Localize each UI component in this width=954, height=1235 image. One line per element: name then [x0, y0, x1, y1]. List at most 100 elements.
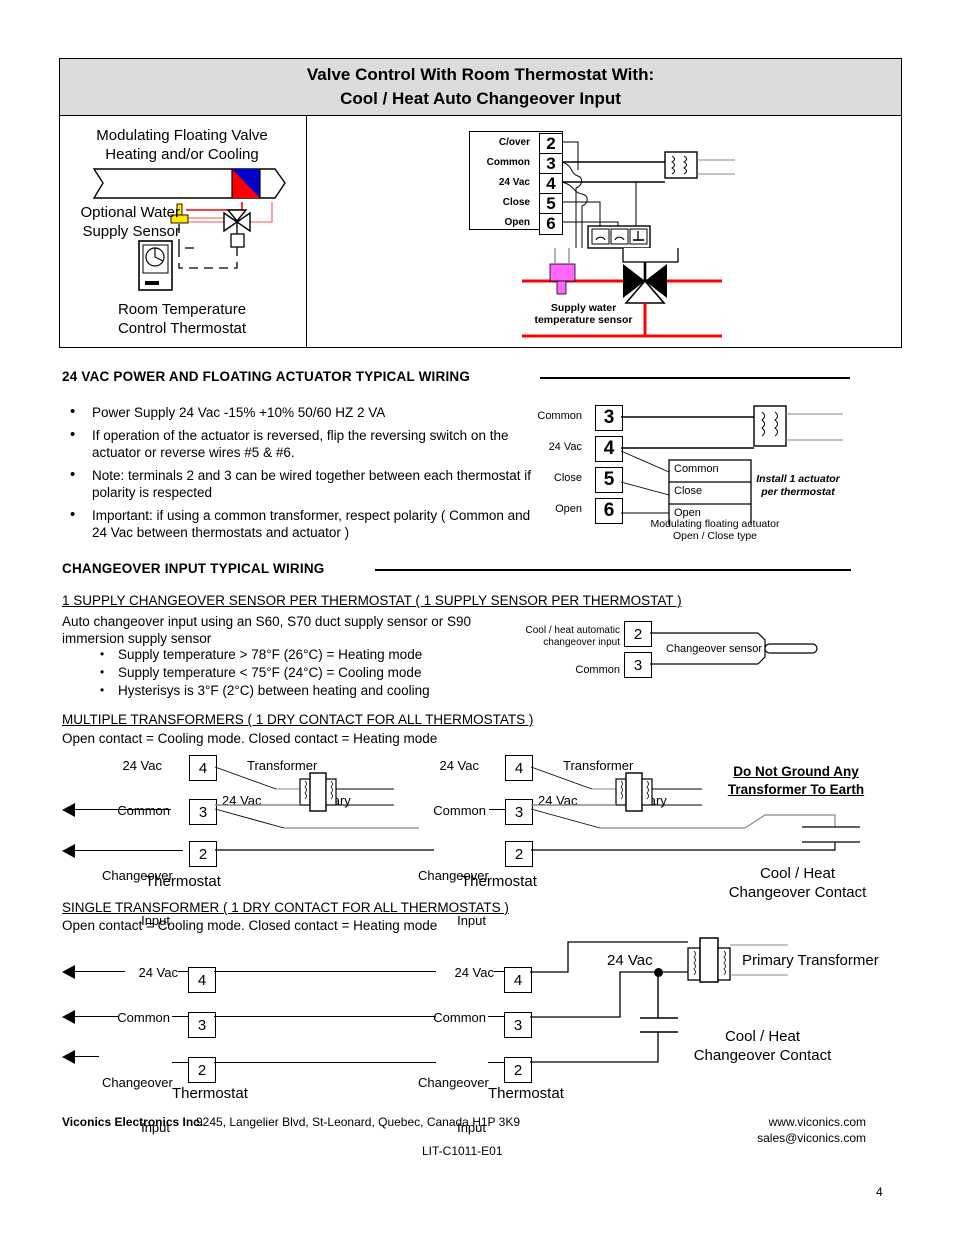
list-item: Supply temperature < 75°F (24°C) = Cooli…	[90, 664, 510, 681]
actuator-term-label-3: Open	[555, 503, 582, 515]
figure-right-wiring	[561, 141, 735, 249]
list-item: Important: if using a common transformer…	[62, 506, 532, 541]
m-left-terminal-3: 3	[189, 799, 217, 825]
m-left-thermostat-caption: Thermostat	[145, 873, 221, 890]
actuator-terminal-5: 5	[595, 467, 623, 493]
list-item: Hysterisys is 3°F (2°C) between heating …	[90, 682, 510, 699]
wire-s-stub-1	[178, 971, 188, 972]
footer-company: Viconics Electronics Inc.	[62, 1115, 204, 1129]
list-item: Note: terminals 2 and 3 can be wired tog…	[62, 466, 532, 501]
single-transformer-text: Open contact = Cooling mode. Closed cont…	[62, 918, 438, 933]
actuator-term-label-2: Close	[553, 472, 582, 484]
s-left-label-changeover: Changeover Input	[102, 1075, 173, 1135]
arrow-left-icon-m2	[62, 844, 75, 858]
wire-m-common-right-stub	[489, 809, 505, 810]
s-24vac-label: 24 Vac	[607, 952, 653, 969]
s-right-label-24vac: 24 Vac	[454, 965, 494, 980]
power-bullet-list: Power Supply 24 Vac -15% +10% 50/60 HZ 2…	[62, 403, 532, 547]
m-left-terminal-2: 2	[189, 841, 217, 867]
wire-s-24vac-mid	[214, 971, 436, 972]
ground-warning-note: Do Not Ground Any Transformer To Earth	[727, 764, 865, 797]
section-changeover-rule	[375, 569, 851, 571]
s-left-terminal-3: 3	[188, 1012, 216, 1038]
supply-water-sensor-caption: Supply water temperature sensor	[534, 302, 633, 326]
footer-website[interactable]: www.viconics.com	[700, 1115, 866, 1129]
actuator-term-label-0: Common	[537, 410, 582, 422]
changeover-text: Auto changeover input using an S60, S70 …	[62, 614, 472, 646]
footer-doc-id: LIT-C1011-E01	[422, 1144, 503, 1158]
s-right-terminal-2: 2	[504, 1057, 532, 1083]
optional-sensor-caption: Optional Water Supply Sensor	[80, 204, 181, 240]
valve-caption: Modulating Floating Valve Heating and/or…	[96, 127, 268, 163]
figure-title-line1: Valve Control With Room Thermostat With:	[306, 65, 655, 84]
list-item: Supply temperature > 78°F (26°C) = Heati…	[90, 646, 510, 663]
footer-email[interactable]: sales@viconics.com	[700, 1131, 866, 1145]
figure-term-label-3: Close	[502, 197, 530, 208]
wire-s-change-left	[75, 1056, 99, 1057]
list-item: If operation of the actuator is reversed…	[62, 426, 532, 461]
changeover-terminal-3: 3	[624, 652, 652, 678]
wire-s-change-mid	[214, 1062, 436, 1063]
arrow-left-icon-m1	[62, 803, 75, 817]
actuator-terminal-4: 4	[595, 436, 623, 462]
sub-heading-multiple-transformers: MULTIPLE TRANSFORMERS ( 1 DRY CONTACT FO…	[62, 712, 534, 727]
wire-s-common-mid	[214, 1016, 436, 1017]
s-right-label-common: Common	[433, 1010, 486, 1025]
s-left-label-common: Common	[117, 1010, 170, 1025]
m-left-terminal-4: 4	[189, 755, 217, 781]
m-left-label-common: Common	[117, 803, 170, 818]
figure-term-label-2: 24 Vac	[498, 177, 530, 188]
s-right-label-changeover: Changeover Input	[418, 1075, 489, 1135]
wire-s-stub-2	[172, 1016, 188, 1017]
arrow-left-icon-s2	[62, 1010, 75, 1024]
m-right-label-24vac: 24 Vac	[439, 758, 479, 773]
wire-s-stub-4	[494, 971, 504, 972]
wire-s-stub-6	[488, 1062, 504, 1063]
changeover-terminal-2: 2	[624, 621, 652, 647]
figure-title-line2: Cool / Heat Auto Changeover Input	[340, 89, 621, 108]
actuator-caption: Modulating floating actuator Open / Clos…	[650, 518, 780, 542]
wire-s-stub-3	[172, 1062, 188, 1063]
wire-s-24vac-left	[75, 971, 125, 972]
thermostat-device-icon	[138, 240, 173, 291]
actuator-row-common: Common	[674, 463, 719, 475]
footer-page-number: 4	[876, 1185, 883, 1199]
section-power-rule	[540, 377, 850, 379]
arrow-left-icon-s3	[62, 1050, 75, 1064]
room-thermostat-caption: Room Temperature Control Thermostat	[117, 301, 247, 337]
sub-heading-supply-sensor: 1 SUPPLY CHANGEOVER SENSOR PER THERMOSTA…	[62, 593, 682, 608]
arrow-left-icon-s1	[62, 965, 75, 979]
sub-heading-single-transformer: SINGLE TRANSFORMER ( 1 DRY CONTACT FOR A…	[62, 900, 509, 915]
section-changeover-heading: CHANGEOVER INPUT TYPICAL WIRING	[62, 561, 325, 576]
m-right-thermostat-caption: Thermostat	[461, 873, 537, 890]
m-left-label-24vac: 24 Vac	[122, 758, 162, 773]
s-changeover-contact-caption: Cool / Heat Changeover Contact	[693, 1028, 832, 1064]
list-item: Power Supply 24 Vac -15% +10% 50/60 HZ 2…	[62, 403, 532, 421]
actuator-terminal-6: 6	[595, 498, 623, 524]
m-right-terminal-2: 2	[505, 841, 533, 867]
footer-address: 9245, Langelier Blvd, St-Leonard, Quebec…	[196, 1115, 520, 1129]
s-left-label-24vac: 24 Vac	[138, 965, 178, 980]
page-canvas: Valve Control With Room Thermostat With:…	[0, 0, 954, 1235]
figure-term-label-1: Common	[486, 157, 530, 168]
m-right-terminal-4: 4	[505, 755, 533, 781]
m-left-transformer-wiring	[214, 766, 434, 851]
changeover-sensor-label: Changeover sensor	[666, 643, 763, 655]
s-left-thermostat-caption: Thermostat	[172, 1085, 248, 1102]
figure-term-label-4: Open	[504, 217, 530, 228]
wire-s-stub-5	[488, 1016, 504, 1017]
figure-term-label-0: C/over	[498, 137, 530, 148]
actuator-term-label-1: 24 Vac	[548, 441, 582, 453]
m-right-terminal-3: 3	[505, 799, 533, 825]
s-left-terminal-2: 2	[188, 1057, 216, 1083]
m-changeover-contact-caption: Cool / Heat Changeover Contact	[728, 865, 867, 901]
s-right-terminal-3: 3	[504, 1012, 532, 1038]
m-right-label-common: Common	[433, 803, 486, 818]
figure-piping-diagram	[522, 248, 722, 338]
figure-title-bar: Valve Control With Room Thermostat With:…	[59, 58, 902, 116]
actuator-terminal-3: 3	[595, 405, 623, 431]
s-right-terminal-4: 4	[504, 967, 532, 993]
s-left-terminal-4: 4	[188, 967, 216, 993]
changeover-bullet-list: Supply temperature > 78°F (26°C) = Heati…	[90, 646, 510, 700]
section-power-heading: 24 VAC POWER AND FLOATING ACTUATOR TYPIC…	[62, 369, 471, 384]
